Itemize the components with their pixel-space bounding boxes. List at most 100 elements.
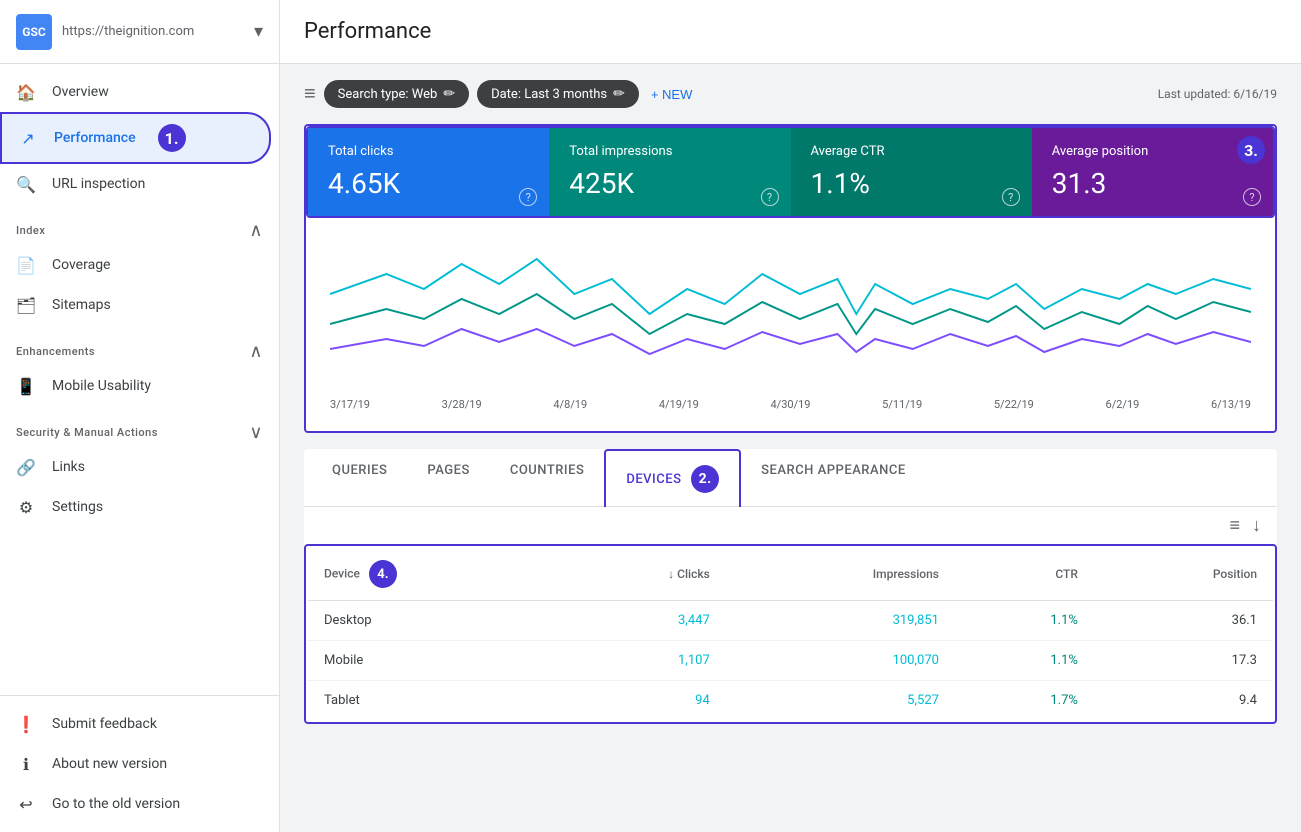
- help-icon[interactable]: ?: [1243, 188, 1261, 206]
- download-table-button[interactable]: ↓: [1252, 515, 1261, 536]
- sidebar-item-overview[interactable]: 🏠 Overview: [0, 72, 271, 112]
- old-version-icon: ↩: [16, 794, 36, 814]
- filter-table-button[interactable]: ≡: [1229, 515, 1240, 536]
- col-clicks[interactable]: ↓ Clicks: [554, 547, 726, 601]
- main-content: ≡ Search type: Web ✏ Date: Last 3 months…: [280, 64, 1301, 832]
- sidebar-item-mobile-usability[interactable]: 📱 Mobile Usability: [0, 366, 271, 406]
- cell-impressions: 5,527: [726, 681, 955, 722]
- tab-devices[interactable]: DEVICES 2.: [604, 449, 741, 507]
- enhancements-section: Enhancements ∧: [0, 325, 279, 366]
- devices-table: Device 4. ↓ Clicks Impressions CTR Posit…: [306, 546, 1275, 722]
- chart-date: 3/28/19: [442, 398, 482, 411]
- main-panel: Performance ≡ Search type: Web ✏ Date: L…: [280, 0, 1301, 832]
- index-label: Index: [16, 224, 45, 237]
- cell-device: Desktop: [307, 601, 554, 641]
- chart-date: 3/17/19: [330, 398, 370, 411]
- metric-label: Average position: [1052, 144, 1253, 159]
- security-chevron-icon[interactable]: ∨: [249, 422, 263, 443]
- index-chevron-icon[interactable]: ∧: [249, 220, 263, 241]
- help-icon[interactable]: ?: [1002, 188, 1020, 206]
- feedback-icon: ❗: [16, 714, 36, 734]
- chart-date: 4/19/19: [659, 398, 699, 411]
- edit-date-icon: ✏: [613, 86, 625, 102]
- sidebar-item-label: Settings: [52, 499, 103, 515]
- cell-ctr: 1.7%: [955, 681, 1094, 722]
- metric-container: Total clicks 4.65K ? Total impressions 4…: [304, 124, 1277, 433]
- sidebar-item-sitemaps[interactable]: 🗂 Sitemaps: [0, 285, 271, 325]
- cell-ctr: 1.1%: [955, 641, 1094, 681]
- tab-countries[interactable]: COUNTRIES: [490, 449, 605, 507]
- chart-date: 6/2/19: [1106, 398, 1140, 411]
- table-row: Desktop 3,447 319,851 1.1% 36.1: [307, 601, 1274, 641]
- cell-device: Mobile: [307, 641, 554, 681]
- metric-label: Total impressions: [569, 144, 770, 159]
- links-icon: 🔗: [16, 457, 36, 477]
- sidebar-item-about-new-version[interactable]: ℹ About new version: [0, 744, 271, 784]
- filter-button[interactable]: ≡: [304, 83, 316, 106]
- page-title: Performance: [304, 19, 431, 44]
- sidebar-item-settings[interactable]: ⚙ Settings: [0, 487, 271, 527]
- sidebar-item-label: Performance: [54, 130, 136, 146]
- enhancements-chevron-icon[interactable]: ∧: [249, 341, 263, 362]
- settings-icon: ⚙: [16, 497, 36, 517]
- help-icon[interactable]: ?: [761, 188, 779, 206]
- help-icon[interactable]: ?: [519, 188, 537, 206]
- coverage-icon: 📄: [16, 255, 36, 275]
- metric-card-ctr[interactable]: Average CTR 1.1% ?: [791, 128, 1032, 216]
- index-section: Index ∧: [0, 204, 279, 245]
- security-section: Security & Manual Actions ∨: [0, 406, 279, 447]
- sidebar-logo: GSC https://theignition.com ▾: [0, 0, 279, 64]
- sidebar-item-go-to-old-version[interactable]: ↩ Go to the old version: [0, 784, 271, 824]
- cell-position: 9.4: [1094, 681, 1274, 722]
- cell-clicks: 1,107: [554, 641, 726, 681]
- search-icon: 🔍: [16, 174, 36, 194]
- new-button[interactable]: + NEW: [651, 87, 693, 102]
- search-type-label: Search type: Web: [338, 87, 438, 102]
- table-wrapper: Device 4. ↓ Clicks Impressions CTR Posit…: [304, 544, 1277, 724]
- sitemaps-icon: 🗂: [16, 295, 36, 315]
- col-ctr[interactable]: CTR: [955, 547, 1094, 601]
- devices-badge: 2.: [691, 465, 719, 493]
- metric-value: 425K: [569, 167, 770, 200]
- metric-card-clicks[interactable]: Total clicks 4.65K ?: [308, 128, 549, 216]
- date-label: Date: Last 3 months: [491, 87, 607, 102]
- tab-queries[interactable]: QUERIES: [312, 449, 407, 507]
- enhancements-label: Enhancements: [16, 345, 95, 358]
- table-body: Desktop 3,447 319,851 1.1% 36.1 Mobile 1…: [307, 601, 1274, 722]
- cell-position: 36.1: [1094, 601, 1274, 641]
- metric-label: Average CTR: [811, 144, 1012, 159]
- main-header: Performance: [280, 0, 1301, 64]
- table-row: Mobile 1,107 100,070 1.1% 17.3: [307, 641, 1274, 681]
- col-position[interactable]: Position: [1094, 547, 1274, 601]
- metric-value: 4.65K: [328, 167, 529, 200]
- chart-date: 4/30/19: [771, 398, 811, 411]
- cell-position: 17.3: [1094, 641, 1274, 681]
- date-chip[interactable]: Date: Last 3 months ✏: [477, 80, 639, 108]
- metric-card-position[interactable]: Average position 31.3 ? 3.: [1032, 128, 1273, 216]
- tab-pages[interactable]: PAGES: [407, 449, 489, 507]
- sidebar-item-url-inspection[interactable]: 🔍 URL inspection: [0, 164, 271, 204]
- sidebar-item-label: Links: [52, 459, 85, 475]
- search-type-chip[interactable]: Search type: Web ✏: [324, 80, 469, 108]
- col-device: Device 4.: [307, 547, 554, 601]
- sidebar-item-label: Go to the old version: [52, 796, 180, 812]
- metric-cards: Total clicks 4.65K ? Total impressions 4…: [306, 126, 1275, 218]
- col-impressions[interactable]: Impressions: [726, 547, 955, 601]
- chart-date: 5/11/19: [882, 398, 922, 411]
- sidebar-item-label: Overview: [52, 84, 109, 100]
- sidebar-item-label: URL inspection: [52, 176, 145, 192]
- sidebar-item-submit-feedback[interactable]: ❗ Submit feedback: [0, 704, 271, 744]
- security-label: Security & Manual Actions: [16, 426, 158, 439]
- sidebar-item-links[interactable]: 🔗 Links: [0, 447, 271, 487]
- metric-card-impressions[interactable]: Total impressions 425K ?: [549, 128, 790, 216]
- tab-search-appearance[interactable]: SEARCH APPEARANCE: [741, 449, 926, 507]
- sidebar-item-coverage[interactable]: 📄 Coverage: [0, 245, 271, 285]
- sidebar-item-label: Coverage: [52, 257, 110, 273]
- site-chevron-icon[interactable]: ▾: [254, 21, 263, 42]
- cell-clicks: 94: [554, 681, 726, 722]
- sidebar-item-performance[interactable]: ↗ Performance 1.: [0, 112, 271, 164]
- cell-clicks: 3,447: [554, 601, 726, 641]
- toolbar: ≡ Search type: Web ✏ Date: Last 3 months…: [304, 80, 1277, 108]
- sidebar-item-label: Mobile Usability: [52, 378, 151, 394]
- table-actions: ≡ ↓: [304, 507, 1277, 544]
